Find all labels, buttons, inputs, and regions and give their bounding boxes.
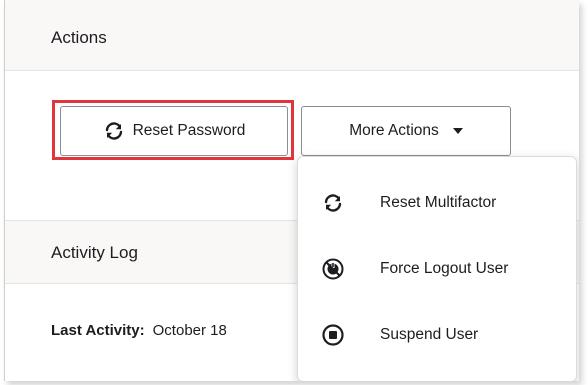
reset-password-label: Reset Password (132, 122, 246, 139)
menu-item-force-logout[interactable]: Force Logout User (298, 239, 576, 299)
more-actions-label: More Actions (349, 122, 439, 139)
menu-item-reset-multifactor[interactable]: Reset Multifactor (298, 173, 576, 233)
refresh-icon (103, 121, 125, 141)
activity-log-title: Activity Log (51, 243, 138, 262)
last-activity-value: October 18 (152, 322, 227, 339)
caret-down-icon (452, 128, 463, 134)
menu-item-label: Suspend User (380, 326, 479, 343)
stop-circle-icon (322, 324, 344, 346)
user-detail-panel: Actions Reset Password More Actions Acti… (4, 0, 579, 381)
last-activity-label: Last Activity: (51, 322, 145, 339)
actions-section-header: Actions (5, 0, 579, 71)
actions-title: Actions (51, 28, 107, 47)
power-off-icon (322, 258, 344, 280)
more-actions-button[interactable]: More Actions (301, 106, 511, 156)
reset-password-button[interactable]: Reset Password (60, 106, 288, 156)
menu-item-label: Force Logout User (380, 260, 509, 277)
more-actions-menu: Reset Multifactor Force Logout User Susp… (297, 156, 577, 381)
menu-item-suspend-user[interactable]: Suspend User (298, 305, 576, 365)
menu-item-label: Reset Multifactor (380, 194, 497, 211)
last-activity-row: Last Activity: October 18 (51, 322, 227, 339)
refresh-icon (322, 192, 344, 214)
